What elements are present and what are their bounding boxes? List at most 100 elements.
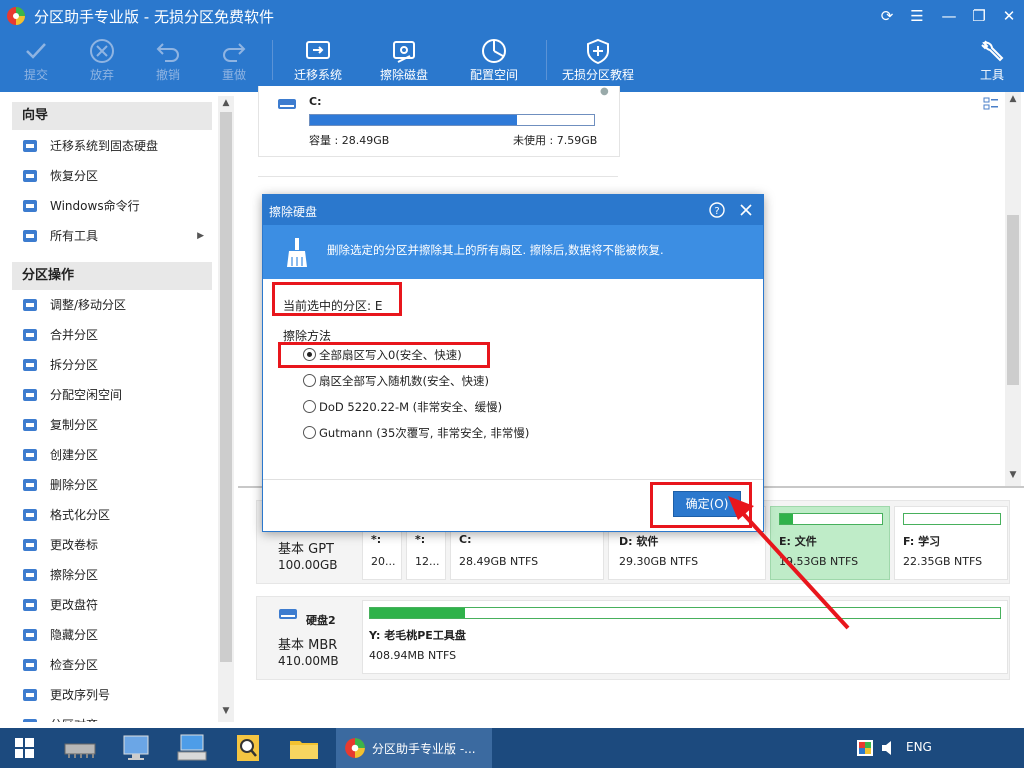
title-toolbar-area: 分区助手专业版 - 无损分区免费软件 ⟳ ☰ — ❐ ✕ 提交 放弃 撤销 重做… (0, 0, 1024, 92)
help-icon[interactable]: ? (709, 202, 725, 218)
sidebar-item[interactable]: 检查分区 (12, 651, 212, 679)
usage-bar (309, 114, 595, 126)
broom-icon (287, 238, 307, 267)
sidebar-item-label: 调整/移动分区 (50, 298, 127, 312)
split-icon (23, 359, 37, 371)
dialog-description: 删除选定的分区并擦除其上的所有扇区. 擦除后,数据将不能被恢复. (327, 243, 664, 257)
sidebar-item[interactable]: 擦除分区 (12, 561, 212, 589)
wipe-method-radio[interactable]: 扇区全部写入随机数(安全、快速) (303, 371, 723, 391)
redo-button[interactable]: 重做 (212, 34, 256, 88)
wipe-method-radio[interactable]: Gutmann (35次覆写, 非常安全, 非常慢) (303, 423, 723, 443)
svg-text:?: ? (714, 206, 719, 217)
sidebar-item[interactable]: 合并分区 (12, 321, 212, 349)
undo-button[interactable]: 撤销 (146, 34, 190, 88)
sidebar-item-label: 更改序列号 (50, 688, 111, 702)
ime-icon[interactable] (856, 739, 874, 757)
sidebar-item[interactable]: 复制分区 (12, 411, 212, 439)
sidebar-item[interactable]: 分区对齐 (12, 711, 212, 722)
allocate-label: 配置空间 (469, 68, 518, 82)
disk1-size: 100.00GB (278, 558, 338, 572)
scroll-up-arrow-icon[interactable]: ▲ (1005, 94, 1021, 104)
taskbar-active-app[interactable]: 分区助手专业版 -... (336, 728, 492, 768)
restore-button[interactable]: ❐ (968, 6, 990, 26)
migrate-label: 迁移系统 (293, 68, 342, 82)
toolbar-divider (546, 40, 547, 80)
sidebar-item-label: 擦除分区 (50, 568, 99, 582)
dialog-close-icon[interactable] (739, 203, 753, 217)
refresh-icon[interactable]: ⟳ (876, 6, 898, 26)
capacity-text: 容量 : 28.49GB (309, 134, 390, 147)
keyboard-monitor-icon[interactable] (172, 732, 212, 764)
check-icon (26, 43, 46, 59)
sidebar-item-label: Windows命令行 (50, 199, 140, 213)
delete-icon (23, 479, 37, 491)
drive-icon (278, 99, 296, 109)
sidebar-item[interactable]: 恢复分区 (12, 162, 212, 190)
sidebar-item[interactable]: 更改卷标 (12, 531, 212, 559)
sidebar-item-label: 创建分区 (50, 448, 99, 462)
wipe-icon (23, 569, 37, 581)
hardware-chip-icon[interactable] (60, 732, 100, 764)
windows-start-icon[interactable] (4, 732, 44, 764)
sidebar-item[interactable]: Windows命令行 (12, 192, 212, 220)
highlight-box (272, 282, 402, 316)
app-logo-icon (7, 7, 25, 25)
radio-circle-icon[interactable] (303, 374, 316, 387)
sidebar-item[interactable]: 删除分区 (12, 471, 212, 499)
wipe-method-radio[interactable]: DoD 5220.22-M (非常安全、缓慢) (303, 397, 723, 417)
sidebar-item[interactable]: 更改盘符 (12, 591, 212, 619)
radio-circle-icon[interactable] (303, 426, 316, 439)
sidebar-item[interactable]: 格式化分区 (12, 501, 212, 529)
sidebar-item[interactable]: 分配空闲空间 (12, 381, 212, 409)
sidebar-scroll-thumb[interactable] (220, 112, 232, 662)
partition-card-f[interactable]: F: 学习 22.35GB NTFS (894, 506, 1008, 580)
sidebar-item-label: 合并分区 (50, 328, 99, 342)
check-icon (23, 659, 37, 671)
scroll-up-arrow-icon[interactable]: ▲ (218, 98, 234, 108)
file-explorer-icon[interactable] (284, 732, 324, 764)
discard-button[interactable]: 放弃 (80, 34, 124, 88)
wizard-section-title: 向导 (12, 102, 212, 130)
volume-icon[interactable] (880, 740, 898, 756)
copy-icon (23, 419, 37, 431)
undo-label: 撤销 (155, 68, 180, 82)
scroll-down-arrow-icon[interactable]: ▼ (1005, 470, 1021, 480)
sidebar-item[interactable]: 隐藏分区 (12, 621, 212, 649)
computer-icon[interactable] (116, 732, 156, 764)
sidebar-item[interactable]: 迁移系统到固态硬盘 (12, 132, 212, 160)
dialog-divider (263, 479, 763, 480)
partition-info: 28.49GB NTFS (459, 555, 539, 568)
merge-icon (23, 329, 37, 341)
tutorial-button[interactable]: 无损分区教程 (560, 34, 636, 88)
language-indicator[interactable]: ENG (906, 740, 932, 754)
partition-info: 20... (371, 555, 396, 568)
sidebar-item[interactable]: 创建分区 (12, 441, 212, 469)
close-button[interactable]: ✕ (998, 6, 1020, 26)
toolbar-divider (272, 40, 273, 80)
main-scroll-thumb[interactable] (1007, 215, 1019, 385)
layout-view-icon[interactable] (982, 96, 1000, 114)
partition-card-y[interactable]: Y: 老毛桃PE工具盘 408.94MB NTFS (362, 600, 1008, 674)
submit-button[interactable]: 提交 (14, 34, 58, 88)
sidebar-item[interactable]: 拆分分区 (12, 351, 212, 379)
taskbar: 分区助手专业版 -... ENG (0, 728, 1024, 768)
partition-name: *: (371, 533, 382, 546)
shield-icon (587, 38, 609, 64)
scroll-down-arrow-icon[interactable]: ▼ (218, 706, 234, 716)
sidebar-item-label: 分区对齐 (50, 711, 98, 722)
sidebar-item-label: 更改盘符 (50, 598, 99, 612)
sidebar-item-label: 检查分区 (50, 658, 99, 672)
radio-circle-icon[interactable] (303, 400, 316, 413)
minimize-button[interactable]: — (938, 6, 960, 26)
tools-button[interactable]: 工具 (974, 34, 1010, 88)
wipe-disk-button[interactable]: 擦除磁盘 (374, 34, 434, 88)
menu-icon[interactable]: ☰ (906, 6, 928, 26)
sidebar-item[interactable]: 更改序列号 (12, 681, 212, 709)
allocate-space-button[interactable]: 配置空间 (464, 34, 524, 88)
sidebar-item[interactable]: 调整/移动分区 (12, 291, 212, 319)
sidebar-item[interactable]: 所有工具 ▶ (12, 222, 212, 250)
migrate-system-button[interactable]: 迁移系统 (288, 34, 348, 88)
create-icon (23, 449, 37, 461)
partition-card-c[interactable]: C: 容量 : 28.49GB 未使用 : 7.59GB (258, 86, 620, 157)
search-tool-icon[interactable] (228, 732, 268, 764)
